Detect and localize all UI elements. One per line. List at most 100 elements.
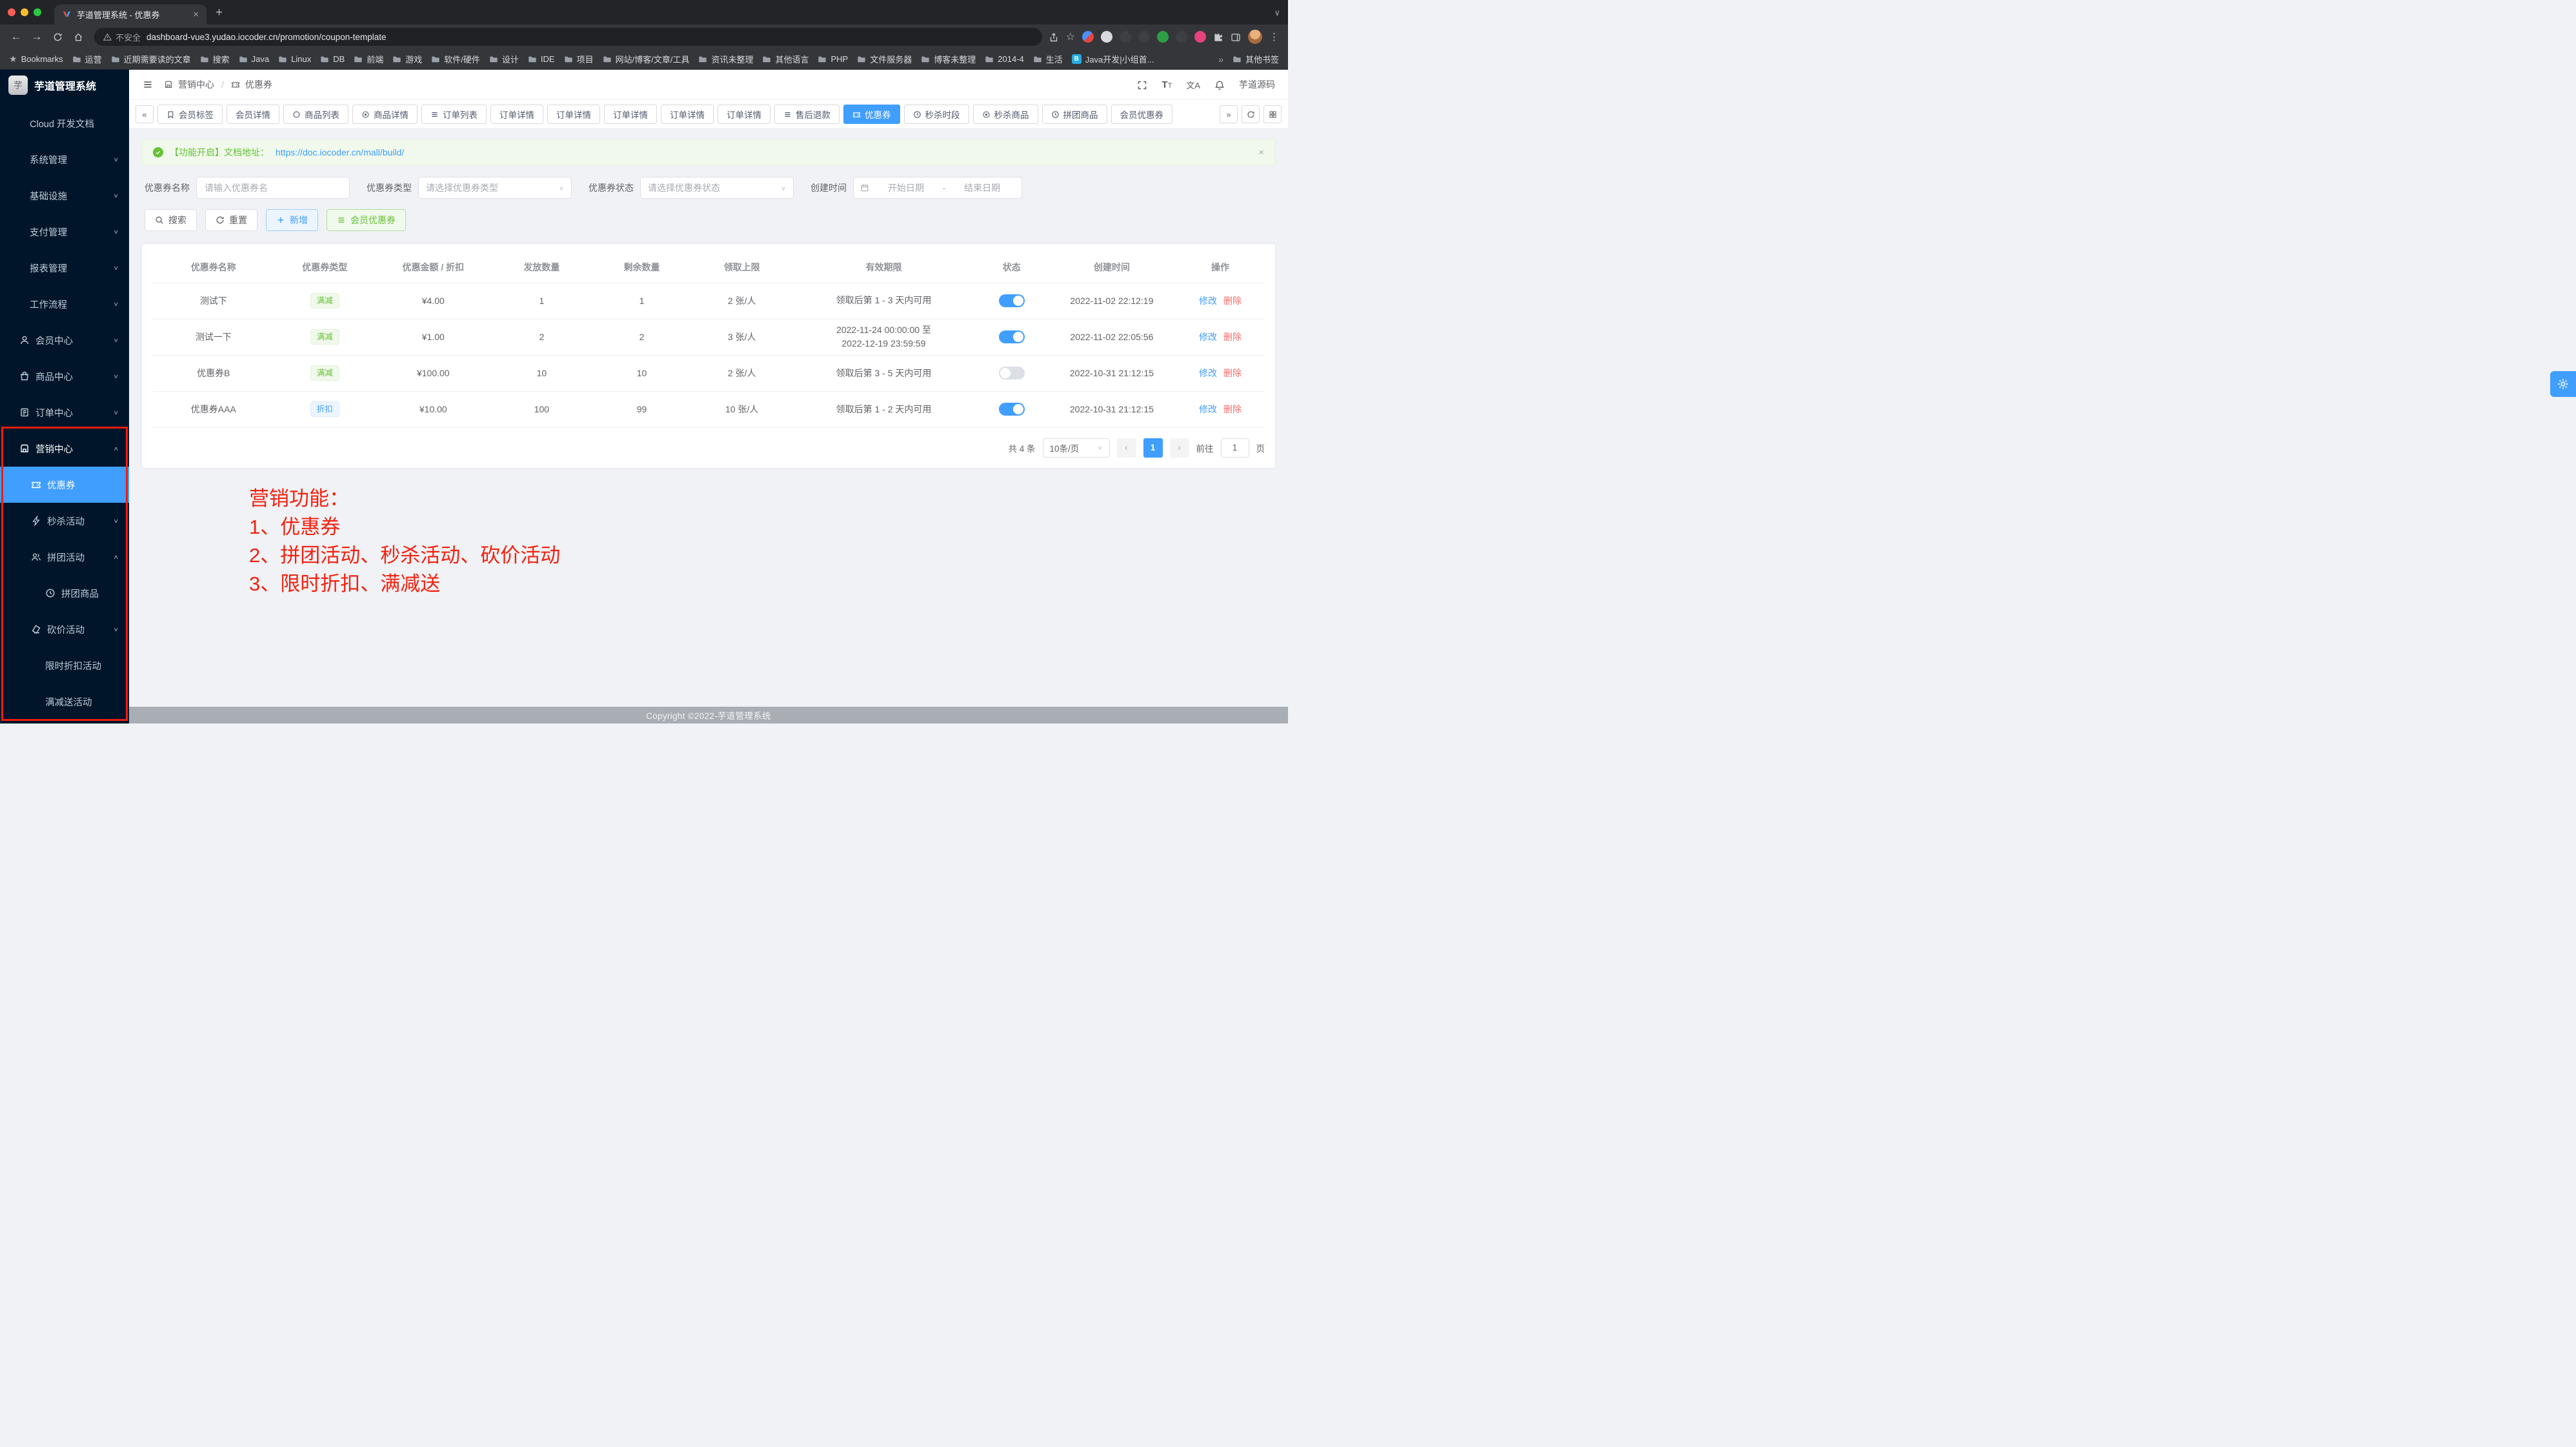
sidebar-item-cloud-docs[interactable]: Cloud 开发文档	[0, 105, 129, 141]
sidebar-item-discount[interactable]: 限时折扣活动	[0, 647, 129, 683]
window-zoom-button[interactable]	[34, 8, 41, 16]
delete-link[interactable]: 删除	[1223, 296, 1242, 306]
tab-search-icon[interactable]: ∨	[1274, 8, 1280, 18]
settings-gear-button[interactable]	[2550, 371, 2576, 397]
tabs-menu-button[interactable]	[1263, 105, 1282, 123]
tab-order-list[interactable]: 订单列表	[421, 105, 487, 124]
edit-link[interactable]: 修改	[1199, 368, 1217, 378]
security-indicator[interactable]: 不安全	[103, 31, 141, 43]
extension-icon[interactable]	[1194, 31, 1206, 43]
tab-order-detail[interactable]: 订单详情	[547, 105, 600, 124]
notification-bell-icon[interactable]	[1214, 79, 1225, 90]
translate-icon[interactable]: 文A	[1186, 79, 1200, 91]
window-minimize-button[interactable]	[21, 8, 28, 16]
reset-button[interactable]: 重置	[205, 209, 257, 231]
breadcrumb-marketing[interactable]: 营销中心	[178, 78, 214, 91]
scroll-tabs-right-button[interactable]: »	[1220, 105, 1238, 123]
extensions-puzzle-icon[interactable]	[1213, 31, 1223, 42]
bookmark-folder[interactable]: 网站/博客/文章/工具	[603, 53, 690, 65]
next-page-button[interactable]: ›	[1170, 438, 1189, 458]
tab-close-icon[interactable]: ×	[193, 9, 199, 20]
tab-order-detail[interactable]: 订单详情	[661, 105, 714, 124]
tab-groupon-product[interactable]: 拼团商品	[1042, 105, 1107, 124]
prev-page-button[interactable]: ‹	[1117, 438, 1136, 458]
edit-link[interactable]: 修改	[1199, 332, 1217, 342]
bookmark-folder[interactable]: 前端	[354, 53, 383, 65]
delete-link[interactable]: 删除	[1223, 404, 1242, 414]
bookmark-folder[interactable]: 资讯未整理	[698, 53, 753, 65]
sidebar-item-seckill[interactable]: 秒杀活动∨	[0, 503, 129, 539]
home-button[interactable]	[68, 27, 88, 46]
status-toggle[interactable]	[999, 403, 1025, 416]
status-toggle[interactable]	[999, 367, 1025, 379]
bookmark-folder[interactable]: 搜索	[200, 53, 230, 65]
sidebar-item-groupon[interactable]: 拼团活动∧	[0, 539, 129, 575]
delete-link[interactable]: 删除	[1223, 368, 1242, 378]
collapse-menu-icon[interactable]	[142, 79, 154, 90]
refresh-tab-button[interactable]	[1242, 105, 1260, 123]
reload-button[interactable]	[48, 27, 67, 46]
bookmark-folder[interactable]: 生活	[1033, 53, 1063, 65]
sidebar-item-report[interactable]: 报表管理∨	[0, 250, 129, 286]
status-toggle[interactable]	[999, 330, 1025, 343]
bookmark-folder[interactable]: 文件服务器	[857, 53, 912, 65]
tab-seckill-time[interactable]: 秒杀时段	[904, 105, 969, 124]
bookmark-folder[interactable]: Java	[239, 53, 269, 65]
date-range-picker[interactable]: 开始日期 - 结束日期	[853, 177, 1022, 199]
share-icon[interactable]	[1049, 31, 1059, 42]
browser-tab[interactable]: 芋道管理系统 - 优惠券 ×	[54, 5, 206, 25]
sidebar-item-member[interactable]: 会员中心∨	[0, 322, 129, 358]
other-bookmarks[interactable]: 其他书签	[1233, 53, 1279, 65]
forward-button[interactable]: →	[27, 27, 46, 46]
username[interactable]: 芋道源码	[1239, 78, 1275, 91]
add-button[interactable]: 新增	[266, 209, 318, 231]
bookmarks-overflow-icon[interactable]: »	[1218, 54, 1223, 65]
font-size-icon[interactable]: TT	[1162, 79, 1172, 90]
tab-member-tag[interactable]: 会员标签	[157, 105, 223, 124]
tab-order-detail[interactable]: 订单详情	[604, 105, 657, 124]
sidebar-item-payment[interactable]: 支付管理∨	[0, 214, 129, 250]
extension-icon[interactable]	[1101, 31, 1112, 43]
profile-avatar[interactable]	[1248, 30, 1262, 44]
new-tab-button[interactable]: +	[216, 6, 223, 20]
edit-link[interactable]: 修改	[1199, 404, 1217, 414]
bookmark-folder[interactable]: Linux	[278, 53, 311, 65]
fullscreen-icon[interactable]	[1137, 79, 1147, 90]
extension-icon[interactable]	[1176, 31, 1187, 43]
sidebar-item-groupon-product[interactable]: 拼团商品	[0, 575, 129, 611]
browser-menu-icon[interactable]: ⋮	[1269, 31, 1279, 43]
bookmark-folder[interactable]: 软件/硬件	[431, 53, 480, 65]
bookmark-folder[interactable]: 运营	[72, 53, 102, 65]
sidebar-item-bargain[interactable]: 砍价活动∨	[0, 611, 129, 647]
sidebar-item-infra[interactable]: 基础设施∨	[0, 177, 129, 214]
tab-refund[interactable]: 售后退款	[774, 105, 840, 124]
bookmark-folder[interactable]: 其他语言	[762, 53, 809, 65]
edit-link[interactable]: 修改	[1199, 296, 1217, 306]
page-size-select[interactable]: 10条/页∨	[1043, 438, 1110, 458]
current-page-button[interactable]: 1	[1143, 438, 1163, 458]
goto-page-input[interactable]: 1	[1221, 438, 1249, 458]
bookmark-folder[interactable]: IDE	[528, 53, 555, 65]
extension-icon[interactable]	[1157, 31, 1169, 43]
tab-product-detail[interactable]: 商品详情	[352, 105, 418, 124]
scroll-tabs-left-button[interactable]: «	[136, 105, 154, 123]
tab-seckill-product[interactable]: 秒杀商品	[973, 105, 1038, 124]
address-bar[interactable]: 不安全 dashboard-vue3.yudao.iocoder.cn/prom…	[94, 28, 1042, 46]
bookmark-folder[interactable]: 博客未整理	[921, 53, 976, 65]
sidebar-item-system[interactable]: 系统管理∨	[0, 141, 129, 177]
coupon-type-select[interactable]: 请选择优惠券类型∨	[418, 177, 572, 199]
bookmark-folder[interactable]: 设计	[489, 53, 519, 65]
tab-order-detail[interactable]: 订单详情	[718, 105, 770, 124]
delete-link[interactable]: 删除	[1223, 332, 1242, 342]
bookmark-folder[interactable]: 近期需要读的文章	[111, 53, 191, 65]
bookmark-folder[interactable]: 2014-4	[985, 53, 1023, 65]
doc-link[interactable]: https://doc.iocoder.cn/mall/build/	[276, 147, 404, 157]
tab-member-coupon[interactable]: 会员优惠券	[1111, 105, 1173, 124]
bookmark-folder[interactable]: 游戏	[392, 53, 422, 65]
bookmark-folder[interactable]: DB	[320, 53, 345, 65]
breadcrumb-coupon[interactable]: 优惠券	[245, 78, 272, 91]
member-coupon-button[interactable]: 会员优惠券	[327, 209, 406, 231]
bookmark-folder[interactable]: PHP	[818, 53, 848, 65]
sidebar-item-reward[interactable]: 满减送活动	[0, 683, 129, 720]
bookmark-folder[interactable]: 项目	[564, 53, 594, 65]
